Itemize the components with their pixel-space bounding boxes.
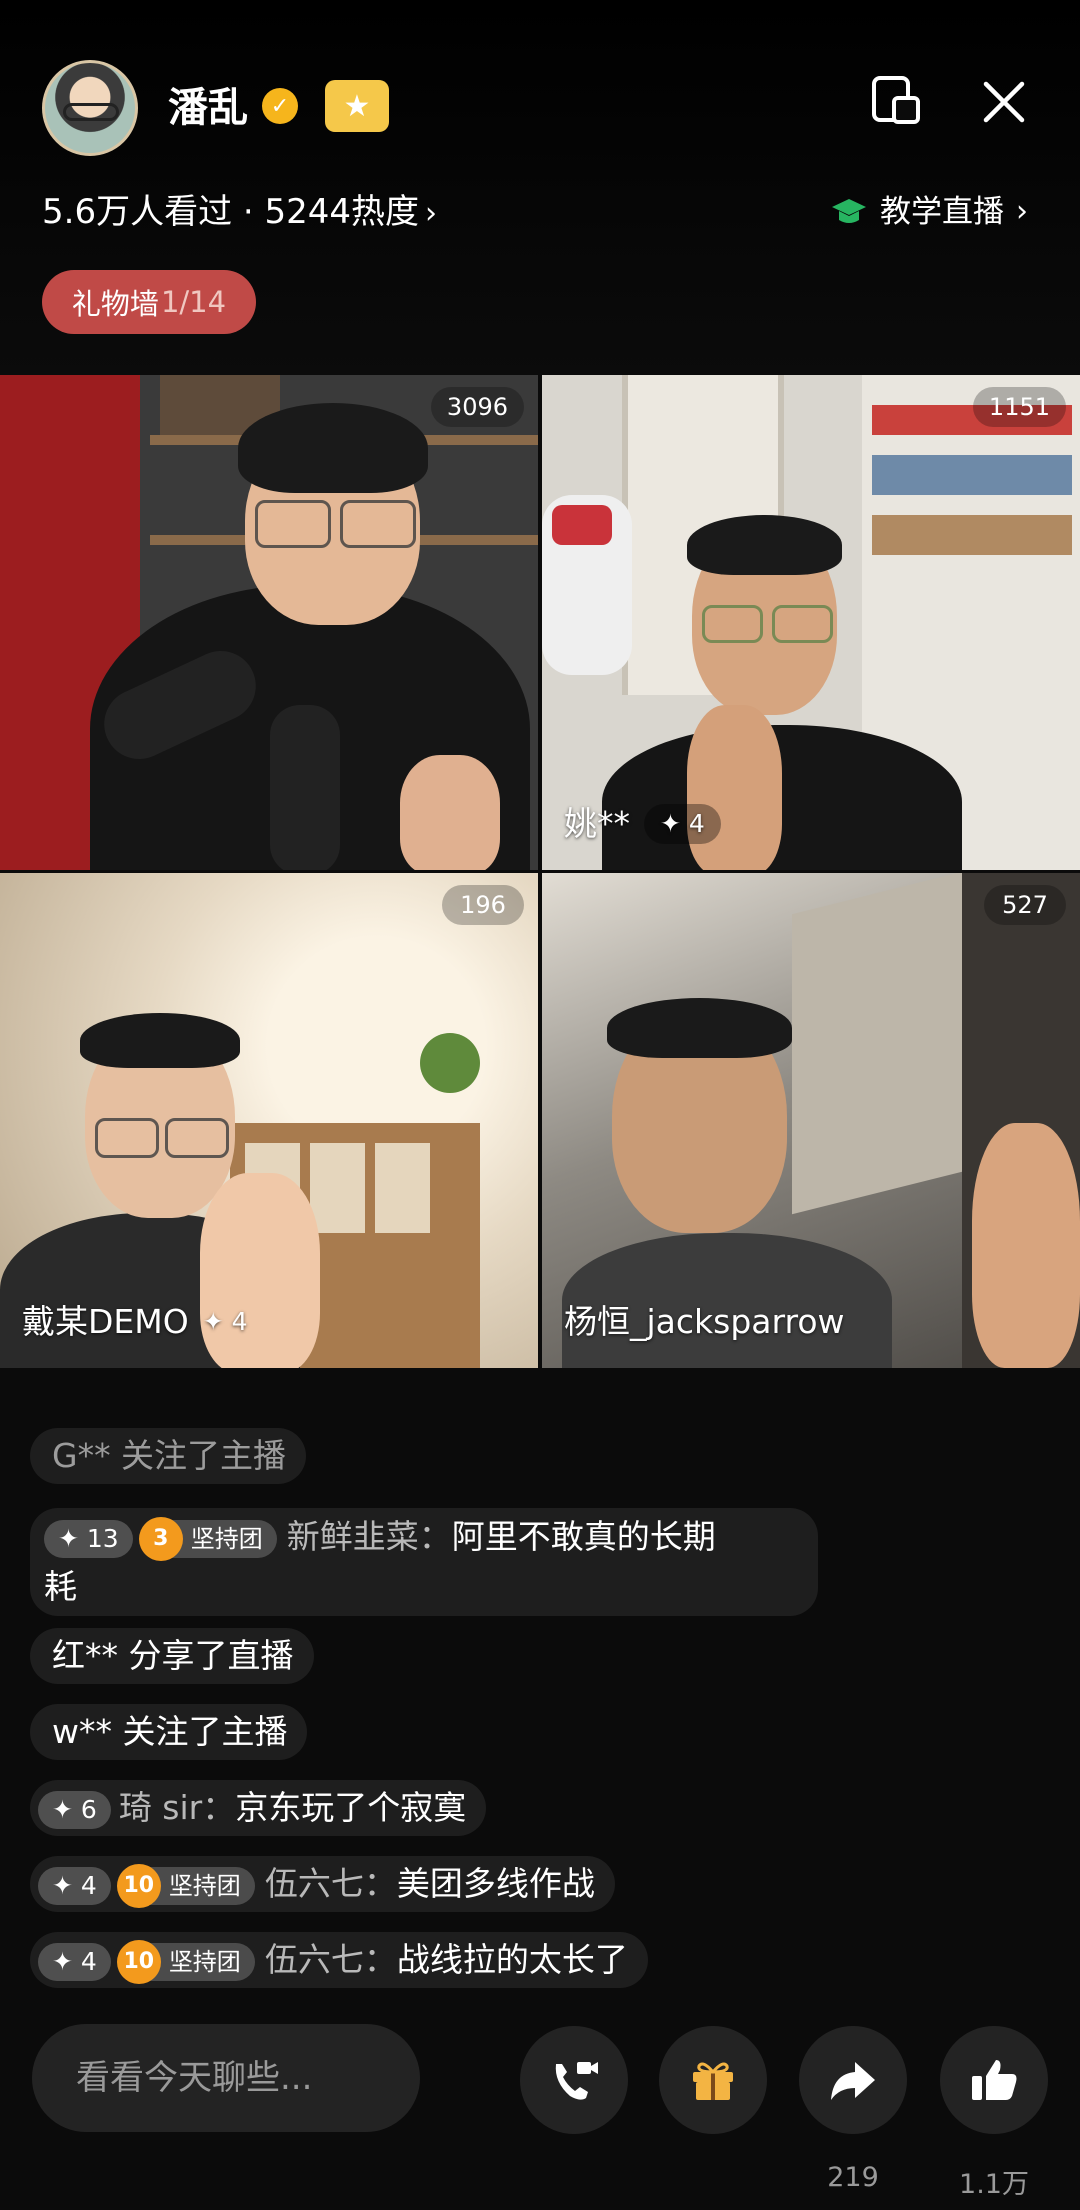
host-avatar[interactable] [42,60,138,156]
chat-username[interactable]: 伍六七： [265,1940,397,1979]
chat-text-continued: 耗 [44,1567,77,1606]
fan-team-badge: 10 坚持团 [116,1863,255,1908]
gift-wall-button[interactable]: 礼物墙 1/14 [42,270,256,334]
chat-system-message: 红** 分享了直播 [30,1628,314,1684]
chat-username[interactable]: 琦 sir： [119,1788,235,1827]
fan-team-badge: 3 坚持团 [138,1516,277,1561]
guest-name-label: 姚** ✦ 4 [564,802,721,846]
chat-text: 战线拉的太长了 [396,1940,628,1979]
video-tile-guest-2[interactable]: 196 戴某DEMO ✦ 4 [0,873,538,1368]
viewer-count: 1151 [972,387,1066,427]
level-badge: ✦ 4 [38,1942,111,1981]
video-tile-guest-1[interactable]: 1151 姚** ✦ 4 [542,375,1080,870]
live-header: 潘乱 ✓ ★ 5.6万人看过 · 5244热度 › 教学直播 › 礼物墙 1/14 [0,0,1080,375]
host-name[interactable]: 潘乱 [168,82,248,134]
chat-message[interactable]: ✦ 13 3 坚持团 新鲜韭菜：阿里不敢真的长期耗 [30,1508,818,1616]
share-button[interactable] [799,2026,907,2134]
like-count: 1.1万 [959,2169,1029,2200]
thumbs-up-icon [972,2060,1017,2100]
video-grid: 3096 1151 姚** ✦ 4 196 戴某DEMO ✦ 4 527 杨恒_… [0,375,1080,1370]
level-badge: ✦ 13 [44,1519,133,1558]
level-badge: ✦ 4 [644,804,721,844]
guest-name-label: 杨恒_jacksparrow [564,1302,845,1341]
verified-icon: ✓ [262,88,298,124]
view-stats[interactable]: 5.6万人看过 · 5244热度 › [42,190,437,236]
chat-text: 京东玩了个寂寞 [235,1788,467,1827]
video-tile-guest-3[interactable]: 527 杨恒_jacksparrow [542,873,1080,1368]
video-tile-host[interactable]: 3096 [0,375,538,870]
share-count: 219 [827,2162,879,2193]
picture-in-picture-icon[interactable] [866,72,926,132]
viewer-count: 527 [984,885,1066,925]
gift-button[interactable] [659,2026,767,2134]
chat-message[interactable]: ✦ 4 10 坚持团 伍六七：战线拉的太长了 [30,1932,648,1988]
chat-username[interactable]: 伍六七： [265,1864,397,1903]
gift-icon [693,2062,733,2100]
chat-system-message: G** 关注了主播 [30,1428,307,1484]
share-arrow-icon [831,2062,875,2100]
level-badge: ✦ 4 [202,1307,248,1336]
star-badge-icon[interactable]: ★ [325,80,389,132]
category-link[interactable]: 教学直播 › [830,190,1028,234]
close-icon[interactable] [974,72,1034,132]
chat-message[interactable]: ✦ 6琦 sir：京东玩了个寂寞 [30,1780,487,1836]
fan-team-badge: 10 坚持团 [116,1939,255,1984]
chat-system-message: w** 关注了主播 [30,1704,308,1760]
chat-text: 阿里不敢真的长期 [451,1517,716,1556]
guest-name-label: 戴某DEMO ✦ 4 [22,1300,248,1344]
like-button[interactable] [940,2026,1048,2134]
graduation-cap-icon [832,199,866,223]
comment-input[interactable]: 看看今天聊些... [32,2024,420,2132]
chat-username[interactable]: 新鲜韭菜： [287,1517,452,1556]
chat-message[interactable]: ✦ 4 10 坚持团 伍六七：美团多线作战 [30,1856,615,1912]
bottom-bar: 看看今天聊些... 219 1.1万 [0,2020,1080,2210]
viewer-count: 196 [442,885,524,925]
phone-video-icon [555,2062,598,2100]
chat-text: 美团多线作战 [396,1864,595,1903]
viewer-count: 3096 [430,387,524,427]
video-call-button[interactable] [520,2026,628,2134]
chevron-right-icon: › [425,196,438,231]
level-badge: ✦ 6 [38,1790,111,1829]
level-badge: ✦ 4 [38,1866,111,1905]
